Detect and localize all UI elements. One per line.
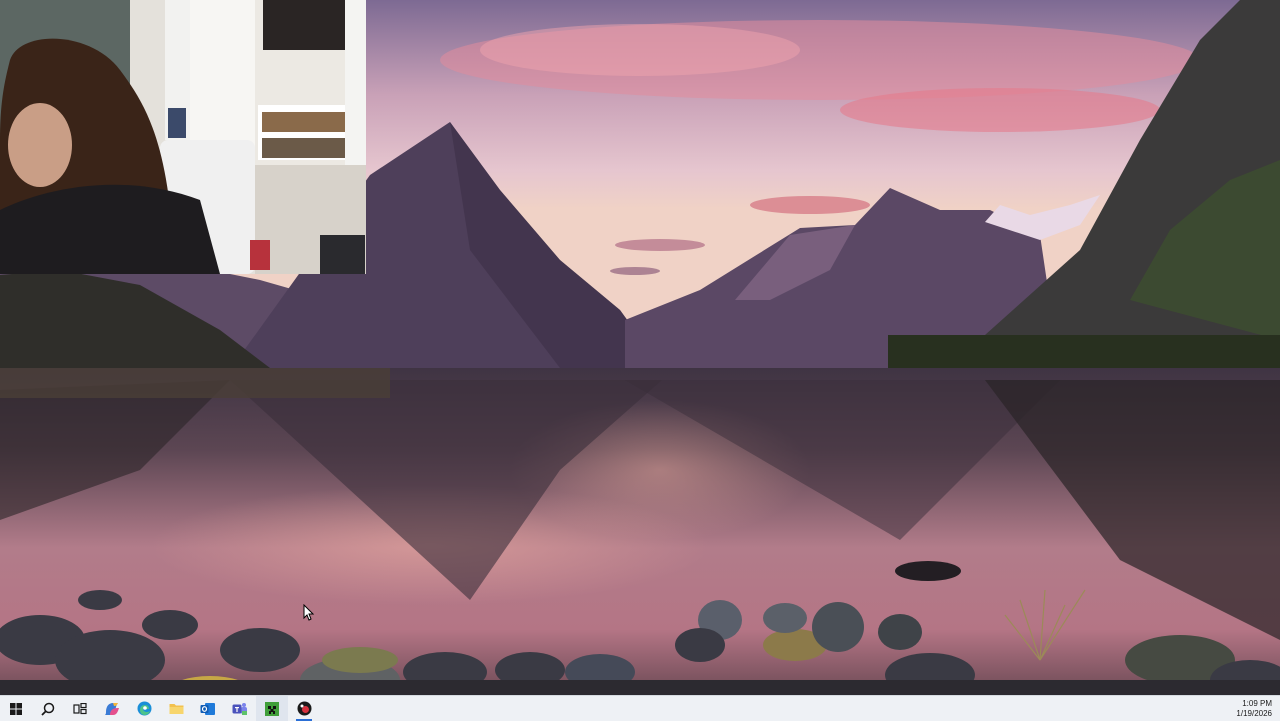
folder-icon: [169, 704, 183, 714]
recorder-icon: [297, 701, 311, 716]
mouse-cursor-icon: [303, 603, 315, 622]
edge-button[interactable]: [128, 696, 160, 721]
copilot-button[interactable]: [96, 696, 128, 721]
taskbar: 1:09 PM 1/19/2026: [0, 695, 1280, 721]
outlook-icon: [200, 702, 215, 715]
recorder-button[interactable]: [288, 696, 320, 721]
file-explorer-button[interactable]: [160, 696, 192, 721]
teams-icon: [232, 702, 247, 715]
minecraft-icon: [265, 701, 279, 716]
teams-button[interactable]: [224, 696, 256, 721]
edge-icon: [137, 701, 151, 716]
minecraft-button[interactable]: [256, 696, 288, 721]
search-icon: [41, 702, 55, 716]
outlook-button[interactable]: [192, 696, 224, 721]
task-view-icon: [73, 702, 87, 714]
task-view-button[interactable]: [64, 696, 96, 721]
copilot-icon: [105, 702, 119, 715]
search-button[interactable]: [32, 696, 64, 721]
clock-date: 1/19/2026: [1236, 708, 1272, 718]
windows-logo-icon: [10, 702, 22, 715]
start-button[interactable]: [0, 696, 32, 721]
clock-time: 1:09 PM: [1242, 698, 1272, 708]
system-clock[interactable]: 1:09 PM 1/19/2026: [1236, 696, 1272, 721]
webcam-overlay: [0, 0, 366, 274]
